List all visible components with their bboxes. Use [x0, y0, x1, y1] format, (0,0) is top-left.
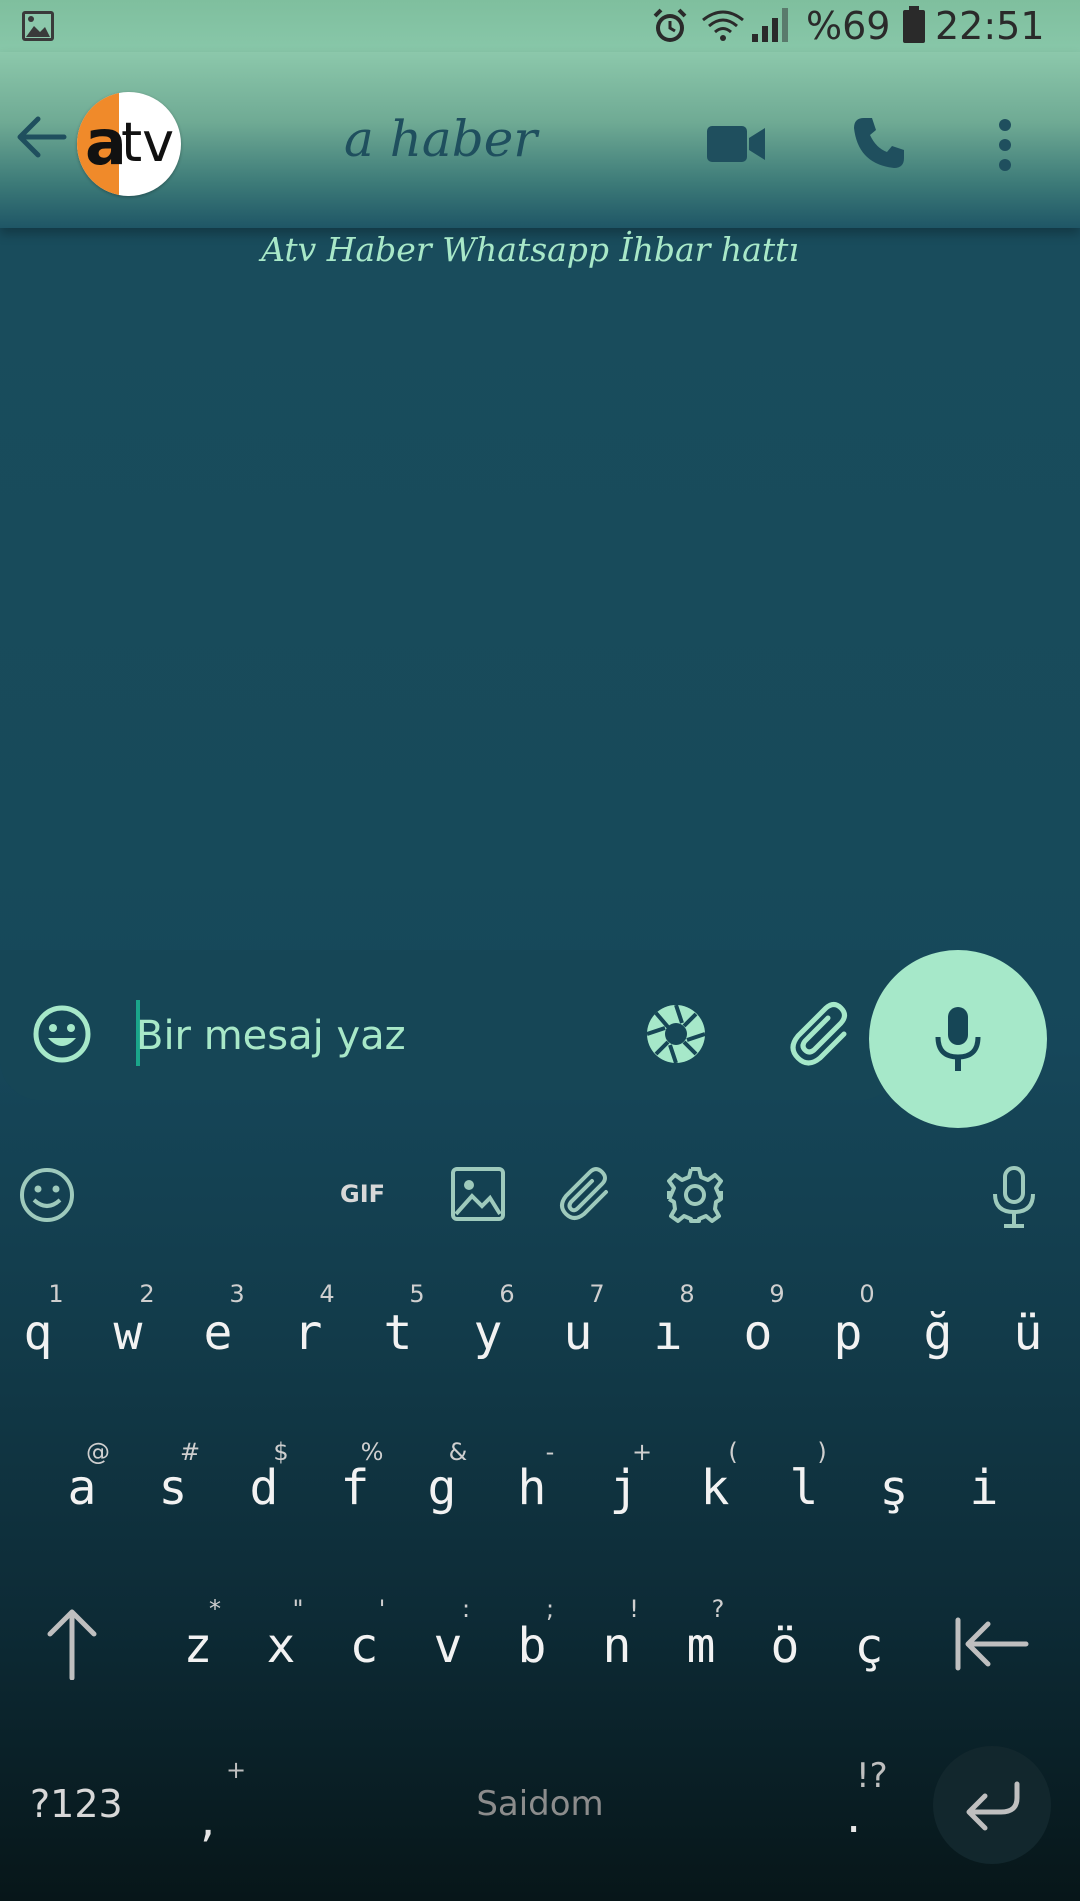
key-hint: 7	[589, 1280, 605, 1308]
shift-icon[interactable]	[44, 1608, 100, 1680]
key-k[interactable]: k	[673, 1460, 757, 1516]
key-hint: 4	[319, 1280, 335, 1308]
key-l[interactable]: l	[762, 1460, 846, 1516]
kb-emoji-icon[interactable]	[18, 1166, 76, 1224]
key-r[interactable]: r	[266, 1305, 350, 1361]
key-dotless-i[interactable]: ı	[626, 1305, 710, 1361]
key-d[interactable]: d	[222, 1460, 306, 1516]
attach-icon[interactable]	[786, 1000, 856, 1070]
key-b[interactable]: b	[490, 1618, 574, 1674]
key-j[interactable]: j	[582, 1460, 666, 1516]
key-q[interactable]: q	[0, 1305, 80, 1361]
wifi-icon	[702, 10, 744, 41]
key-hint: 8	[679, 1280, 695, 1308]
avatar[interactable]: a tv	[77, 92, 181, 196]
key-s[interactable]: s	[131, 1460, 215, 1516]
key-hint: 1	[48, 1280, 64, 1308]
avatar-logo-a: a	[85, 106, 127, 179]
comma-hint: +	[226, 1756, 247, 1784]
kb-settings-icon[interactable]	[666, 1166, 724, 1224]
key-hint: 5	[409, 1280, 425, 1308]
key-hint: 0	[859, 1280, 875, 1308]
back-arrow-icon[interactable]	[12, 114, 68, 160]
gif-label: GIF	[340, 1180, 386, 1208]
key-hint: 3	[229, 1280, 245, 1308]
kb-mic-icon[interactable]	[990, 1166, 1038, 1230]
key-w[interactable]: w	[86, 1305, 170, 1361]
signal-icon	[752, 8, 788, 42]
enter-key[interactable]	[933, 1746, 1051, 1864]
key-z[interactable]: z	[156, 1618, 240, 1674]
key-hint: 6	[499, 1280, 515, 1308]
screen: %69 22:51 a tv a haber Atv Haber Whatsap…	[0, 0, 1080, 1901]
key-y[interactable]: y	[446, 1305, 530, 1361]
key-a[interactable]: a	[40, 1460, 124, 1516]
mic-icon	[935, 1007, 981, 1071]
key-o[interactable]: o	[716, 1305, 800, 1361]
spacebar[interactable]: Saidom	[420, 1784, 660, 1824]
status-bar: %69 22:51	[0, 0, 1080, 52]
emoji-icon[interactable]	[32, 1004, 92, 1064]
key-x[interactable]: x	[239, 1618, 323, 1674]
key-s-cedilla[interactable]: ş	[852, 1460, 936, 1516]
key-o-umlaut[interactable]: ö	[743, 1618, 827, 1674]
chat-subtitle: Atv Haber Whatsapp İhbar hattı	[261, 230, 799, 269]
symbols-key[interactable]: ?123	[30, 1782, 123, 1826]
more-vert-icon[interactable]	[995, 118, 1015, 172]
message-input[interactable]	[136, 1008, 616, 1064]
key-v[interactable]: v	[406, 1618, 490, 1674]
period-key[interactable]: .	[846, 1788, 861, 1844]
battery-percent: %69	[806, 4, 891, 48]
chat-header: a tv a haber	[0, 52, 1080, 228]
avatar-logo-tv: tv	[121, 111, 175, 174]
key-i[interactable]: i	[942, 1460, 1026, 1516]
key-e[interactable]: e	[176, 1305, 260, 1361]
backspace-icon[interactable]	[952, 1614, 1030, 1674]
alarm-icon	[653, 8, 687, 42]
key-t[interactable]: t	[356, 1305, 440, 1361]
chat-title[interactable]: a haber	[344, 110, 537, 168]
key-m[interactable]: m	[659, 1618, 743, 1674]
key-hint: 9	[769, 1280, 785, 1308]
enter-icon	[966, 1781, 1020, 1831]
video-call-icon[interactable]	[705, 122, 767, 166]
kb-image-icon[interactable]	[450, 1166, 506, 1222]
key-f[interactable]: f	[313, 1460, 397, 1516]
key-p[interactable]: p	[806, 1305, 890, 1361]
camera-icon[interactable]	[644, 1002, 708, 1066]
key-g-breve[interactable]: ğ	[896, 1305, 980, 1361]
key-g[interactable]: g	[400, 1460, 484, 1516]
key-u-umlaut[interactable]: ü	[986, 1305, 1070, 1361]
key-h[interactable]: h	[490, 1460, 574, 1516]
key-c-cedilla[interactable]: ç	[827, 1618, 911, 1674]
comma-key[interactable]: ,	[200, 1792, 215, 1848]
kb-attach-icon[interactable]	[558, 1166, 614, 1224]
key-hint: 2	[139, 1280, 155, 1308]
clock: 22:51	[935, 4, 1045, 48]
voice-record-button[interactable]	[869, 950, 1047, 1128]
key-n[interactable]: n	[575, 1618, 659, 1674]
key-c[interactable]: c	[322, 1618, 406, 1674]
gif-button[interactable]: GIF	[340, 1180, 400, 1212]
phone-icon[interactable]	[850, 114, 908, 172]
key-u[interactable]: u	[536, 1305, 620, 1361]
battery-icon	[903, 6, 925, 43]
image-icon	[22, 11, 54, 41]
